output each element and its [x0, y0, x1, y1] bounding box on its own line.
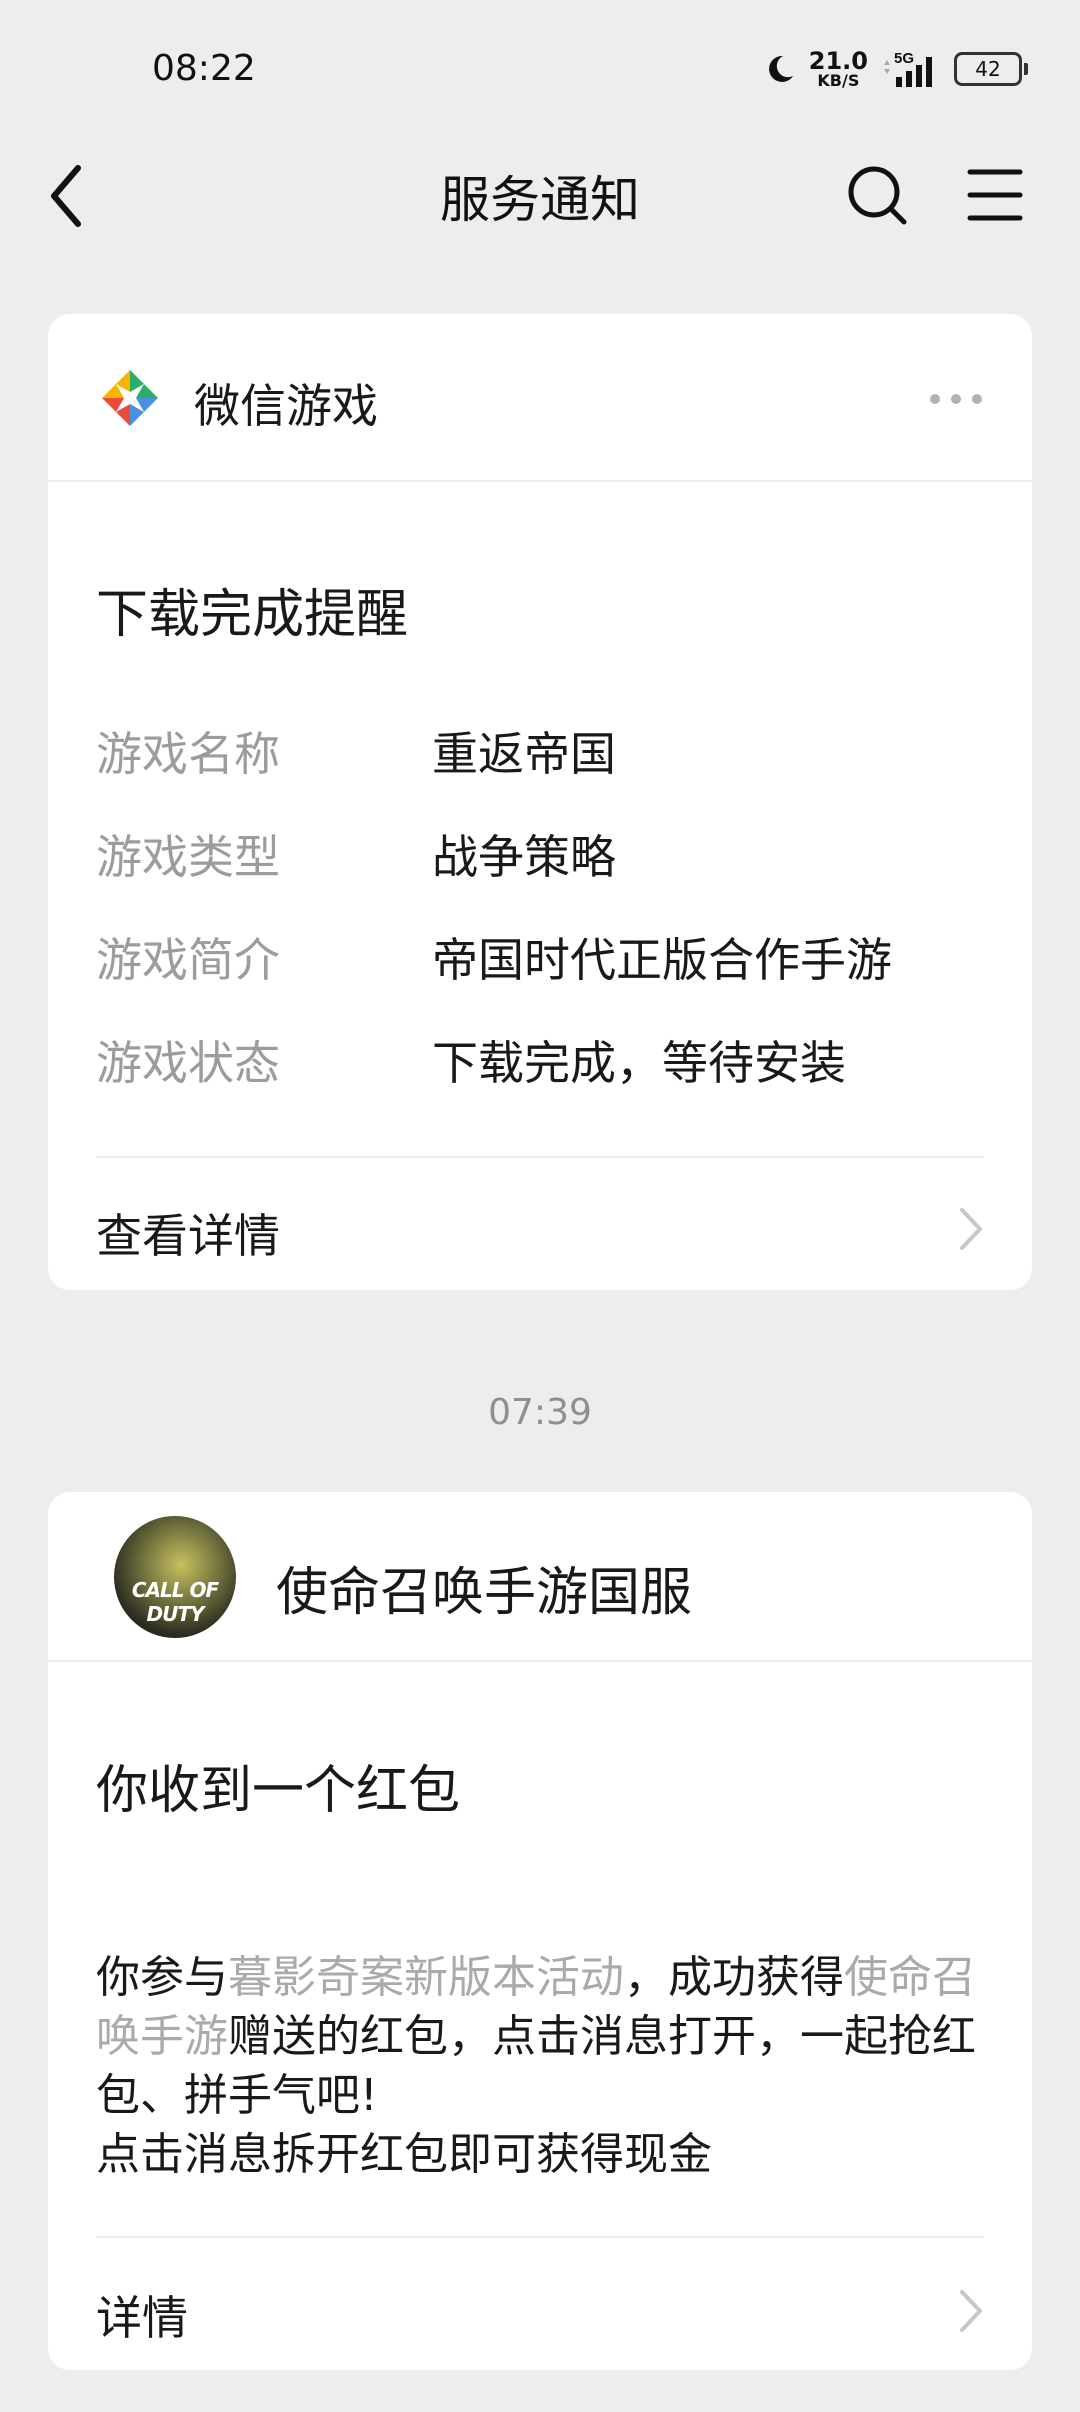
network-speed-unit: KB/S: [817, 71, 860, 90]
field-label: 游戏名称: [96, 727, 280, 781]
wechat-game-icon: [102, 370, 158, 426]
field-value: 帝国时代正版合作手游: [432, 933, 892, 987]
status-indicators: 21.0 KB/S 5G 42: [763, 44, 1028, 94]
body-text: ，成功获得: [624, 1952, 844, 2003]
app-name: 微信游戏: [194, 379, 378, 433]
field-label: 游戏类型: [96, 830, 280, 884]
view-details-label: 查看详情: [96, 1209, 280, 1263]
body-text: 你参与: [96, 1952, 228, 2003]
page-title: 服务通知: [440, 171, 640, 229]
details-label: 详情: [96, 2291, 188, 2345]
network-speed-value: 21.0: [808, 47, 868, 75]
card-header: 微信游戏: [48, 314, 1032, 482]
field-row-game-type: 游戏类型 战争策略: [96, 821, 996, 891]
field-row-game-status: 游戏状态 下载完成，等待安装: [96, 1027, 996, 1097]
activity-highlight: 暮影奇案新版本活动: [228, 1952, 624, 2003]
status-time: 08:22: [152, 48, 256, 89]
nav-bar: 服务通知: [0, 130, 1080, 262]
divider: [96, 2236, 984, 2238]
network-speed: 21.0 KB/S: [809, 49, 868, 89]
message-title: 你收到一个红包: [96, 1761, 461, 1821]
field-row-game-intro: 游戏简介 帝国时代正版合作手游: [96, 924, 996, 994]
field-row-game-name: 游戏名称 重返帝国: [96, 718, 996, 788]
avatar: CALL OF DUTY: [114, 1516, 236, 1638]
body-text: 赠送的红包，点击消息打开，一起抢红包、拼手气吧!: [96, 2011, 976, 2121]
chevron-right-icon: [960, 2290, 982, 2332]
search-icon[interactable]: [840, 152, 912, 238]
app-name: 使命召唤手游国服: [276, 1563, 693, 1623]
body-text-line2: 点击消息拆开红包即可获得现金: [96, 2129, 712, 2180]
details-link[interactable]: 详情: [96, 2272, 984, 2362]
field-label: 游戏简介: [96, 933, 280, 987]
avatar-logo-text: CALL OF DUTY: [131, 1578, 219, 1626]
signal-5g-icon: 5G: [884, 50, 932, 87]
message-title: 下载完成提醒: [96, 585, 409, 645]
card-header: CALL OF DUTY 使命召唤手游国服: [48, 1492, 1032, 1662]
notification-card-wechat-game[interactable]: 微信游戏 下载完成提醒 游戏名称 重返帝国 游戏类型 战争策略 游戏简介 帝国时…: [48, 314, 1032, 1290]
field-value: 下载完成，等待安装: [432, 1036, 846, 1090]
divider: [96, 1156, 984, 1158]
status-bar: 08:22 21.0 KB/S 5G 42: [0, 0, 1080, 130]
view-details-link[interactable]: 查看详情: [96, 1190, 984, 1280]
notification-card-cod[interactable]: CALL OF DUTY 使命召唤手游国服 你收到一个红包 你参与暮影奇案新版本…: [48, 1492, 1032, 2370]
moon-icon: [768, 55, 793, 82]
field-value: 重返帝国: [432, 727, 616, 781]
message-timestamp: 07:39: [488, 1392, 592, 1433]
menu-icon[interactable]: [962, 152, 1028, 238]
message-body: 你参与暮影奇案新版本活动，成功获得使命召唤手游赠送的红包，点击消息打开，一起抢红…: [96, 1948, 996, 2184]
field-label: 游戏状态: [96, 1036, 280, 1090]
more-options-icon[interactable]: [928, 392, 984, 406]
network-type: 5G: [894, 50, 914, 67]
chevron-right-icon: [960, 1208, 982, 1250]
field-value: 战争策略: [432, 830, 616, 884]
battery-indicator: 42: [954, 52, 1028, 86]
